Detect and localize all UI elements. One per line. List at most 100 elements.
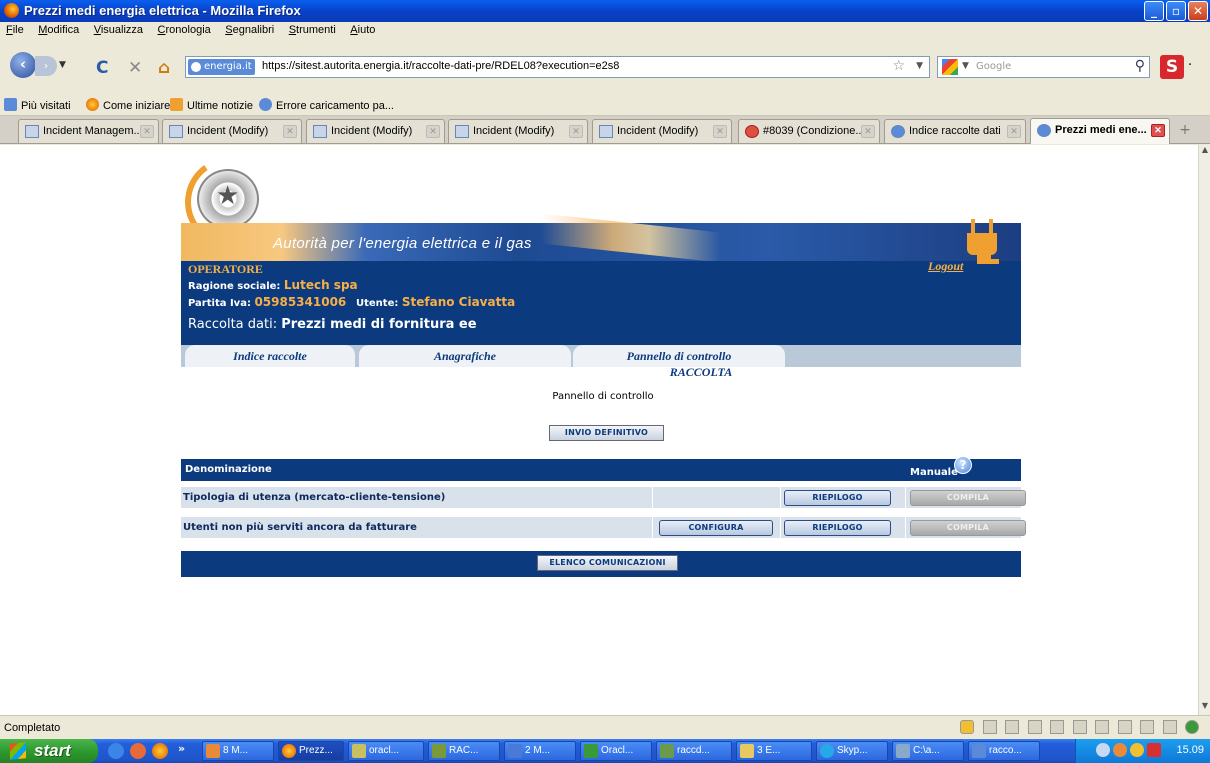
taskbar-item[interactable]: RAC... xyxy=(428,741,500,761)
pannello-label: Pannello di controllo xyxy=(552,391,654,402)
taskbar-item[interactable]: 3 E... xyxy=(736,741,812,761)
taskbar-item[interactable]: oracl... xyxy=(348,741,424,761)
quicklaunch-icon[interactable] xyxy=(130,743,146,759)
logout-link[interactable]: Logout xyxy=(928,259,963,274)
tab-close-icon[interactable]: ✕ xyxy=(1007,125,1021,138)
tab-close-icon[interactable]: ✕ xyxy=(426,125,440,138)
tab-close-icon[interactable]: ✕ xyxy=(861,125,875,138)
vertical-scrollbar[interactable]: ▲ ▼ xyxy=(1198,145,1210,715)
addon-status-icon[interactable] xyxy=(1185,720,1199,734)
app-icon xyxy=(584,744,598,758)
taskbar-clock[interactable]: 15.09 xyxy=(1176,744,1204,756)
taskbar-item[interactable]: Oracl... xyxy=(580,741,652,761)
browser-tab[interactable]: Incident Managem... ✕ xyxy=(18,119,159,143)
riepilogo-button[interactable]: RIEPILOGO xyxy=(784,520,891,536)
invio-definitivo-button[interactable]: INVIO DEFINITIVO xyxy=(549,425,664,441)
search-bar[interactable]: ▼ Google ⚲ xyxy=(937,56,1150,78)
tray-icon[interactable] xyxy=(1096,743,1110,757)
browser-tab[interactable]: Incident (Modify) ✕ xyxy=(162,119,302,143)
menu-cronologia[interactable]: Cronologia xyxy=(152,22,216,36)
maximize-button[interactable]: ▫ xyxy=(1166,1,1186,21)
menu-file[interactable]: File xyxy=(0,22,29,36)
new-tab-button[interactable]: + xyxy=(1175,122,1195,142)
addon-status-icon[interactable] xyxy=(1117,720,1132,734)
addon-status-icon[interactable] xyxy=(1162,720,1177,734)
taskbar-item[interactable]: C:\a... xyxy=(892,741,964,761)
tab-close-icon[interactable]: ✕ xyxy=(1151,124,1165,137)
browser-tab[interactable]: Indice raccolte dati ✕ xyxy=(884,119,1026,143)
url-dropdown-icon[interactable]: ▼ xyxy=(916,61,923,71)
bookmark-label: Più visitati xyxy=(21,100,71,112)
scroll-up-icon[interactable]: ▲ xyxy=(1199,145,1210,159)
home-icon[interactable]: ⌂ xyxy=(158,58,170,78)
tab-anagrafiche[interactable]: Anagrafiche xyxy=(359,345,571,367)
tab-close-icon[interactable]: ✕ xyxy=(569,125,583,138)
tab-close-icon[interactable]: ✕ xyxy=(283,125,297,138)
back-button[interactable]: ‹ xyxy=(10,52,36,78)
addon-status-icon[interactable] xyxy=(1050,720,1064,734)
stop-icon[interactable]: ✕ xyxy=(128,58,142,78)
tab-pannello-di-controllo[interactable]: Pannello di controllo xyxy=(573,345,785,367)
url-bar[interactable]: energia.it https://sitest.autorita.energ… xyxy=(185,56,930,78)
addon-icon[interactable]: · xyxy=(1188,58,1192,73)
google-icon[interactable] xyxy=(942,59,958,75)
browser-tab[interactable]: Incident (Modify) ✕ xyxy=(306,119,445,143)
quicklaunch-firefox-icon[interactable] xyxy=(152,743,168,759)
help-icon[interactable]: ? xyxy=(954,456,972,474)
scroll-down-icon[interactable]: ▼ xyxy=(1199,701,1210,715)
history-dropdown-icon[interactable]: ▼ xyxy=(59,60,66,70)
taskbar-item[interactable]: 8 M... xyxy=(202,741,274,761)
bookmark-ultime-notizie[interactable]: Ultime notizie xyxy=(170,98,253,112)
bookmark-come-iniziare[interactable]: Come iniziare xyxy=(86,98,170,112)
elenco-comunicazioni-button[interactable]: ELENCO COMUNICAZIONI xyxy=(537,555,678,571)
menu-strumenti[interactable]: Strumenti xyxy=(283,22,341,36)
bookmark-errore[interactable]: Errore caricamento pa... xyxy=(259,98,394,112)
reload-icon[interactable]: C xyxy=(96,58,108,78)
addon-status-icon[interactable] xyxy=(1095,720,1109,734)
tray-icon[interactable] xyxy=(1113,743,1127,757)
taskbar-item[interactable]: 2 M... xyxy=(504,741,576,761)
minimize-button[interactable]: _ xyxy=(1144,1,1164,21)
search-input[interactable]: Google xyxy=(976,61,1011,72)
menu-segnalibri[interactable]: Segnalibri xyxy=(219,22,279,36)
tray-icon[interactable] xyxy=(1147,743,1161,757)
close-button[interactable]: ✕ xyxy=(1188,1,1208,21)
menu-modifica[interactable]: Modifica xyxy=(32,22,84,36)
browser-tab-active[interactable]: Prezzi medi ene... ✕ xyxy=(1030,118,1170,144)
addon-status-icon[interactable] xyxy=(982,720,997,734)
tray-icon[interactable] xyxy=(1130,743,1144,757)
addon-status-icon[interactable] xyxy=(1140,720,1154,734)
addon-status-icon[interactable] xyxy=(1005,720,1019,734)
search-icon[interactable]: ⚲ xyxy=(1135,58,1145,74)
bookmark-star-icon[interactable]: ☆ xyxy=(892,58,905,74)
menu-visualizza[interactable]: Visualizza xyxy=(88,22,148,36)
browser-tab[interactable]: Incident (Modify) ✕ xyxy=(592,119,732,143)
configura-button[interactable]: CONFIGURA xyxy=(659,520,773,536)
skype-addon-button[interactable]: S xyxy=(1160,55,1184,79)
lock-icon[interactable] xyxy=(960,720,974,734)
start-button[interactable]: start xyxy=(0,739,98,763)
menu-aiuto[interactable]: Aiuto xyxy=(344,22,380,36)
tab-indice-raccolte[interactable]: Indice raccolte xyxy=(185,345,355,367)
taskbar-item-active[interactable]: Prezz... xyxy=(278,741,344,761)
tab-close-icon[interactable]: ✕ xyxy=(140,125,154,138)
quicklaunch-ie-icon[interactable] xyxy=(108,743,124,759)
tab-close-icon[interactable]: ✕ xyxy=(713,125,727,138)
search-engine-dropdown-icon[interactable]: ▼ xyxy=(962,61,969,71)
site-identity-badge[interactable]: energia.it xyxy=(188,59,255,75)
taskbar-label: RAC... xyxy=(449,745,479,756)
taskbar-item[interactable]: Skyp... xyxy=(816,741,888,761)
forward-button[interactable]: › xyxy=(35,56,57,76)
taskbar-item[interactable]: raccd... xyxy=(656,741,732,761)
riepilogo-button[interactable]: RIEPILOGO xyxy=(784,490,891,506)
addon-status-icon[interactable] xyxy=(1027,720,1042,734)
column-denominazione: Denominazione xyxy=(185,464,272,475)
quicklaunch-more[interactable]: » xyxy=(178,742,185,755)
agency-name: Autorità per l'energia elettrica e il ga… xyxy=(273,235,532,252)
browser-tab[interactable]: Incident (Modify) ✕ xyxy=(448,119,588,143)
taskbar-item[interactable]: racco... xyxy=(968,741,1040,761)
bookmark-piu-visitati[interactable]: Più visitati xyxy=(4,98,71,112)
url-text[interactable]: https://sitest.autorita.energia.it/racco… xyxy=(262,60,619,72)
browser-tab[interactable]: #8039 (Condizione... ✕ xyxy=(738,119,880,143)
addon-status-icon[interactable] xyxy=(1072,720,1087,734)
